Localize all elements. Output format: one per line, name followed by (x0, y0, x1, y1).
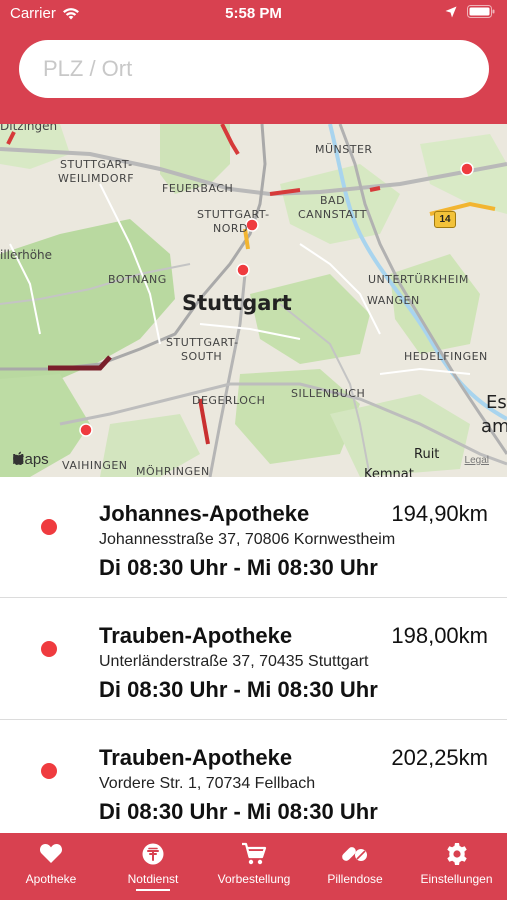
status-right (445, 5, 495, 18)
map-legal-link[interactable]: Legal (465, 455, 489, 466)
map-label-hedelfingen: HEDELFINGEN (404, 350, 488, 363)
list-item[interactable]: Johannes-Apotheke 194,90km Johannesstraß… (0, 477, 507, 598)
pharmacy-address: Vordere Str. 1, 70734 Fellbach (99, 775, 316, 792)
map-label-hillerhoehe: illerhöhe (0, 248, 53, 262)
map-label-botnang: BOTNANG (108, 273, 167, 286)
search-box[interactable] (19, 40, 489, 98)
tab-pillendose[interactable]: Pillendose (304, 833, 406, 900)
map-label-weilimdorf: STUTTGART- (60, 158, 133, 171)
apple-logo-icon (13, 451, 24, 465)
map-view[interactable]: Ditzingen STUTTGART- WEILIMDORF FEUERBAC… (0, 124, 507, 477)
battery-icon (467, 5, 495, 18)
map-label-degerloch: DEGERLOCH (192, 394, 266, 407)
pharmacy-distance: 202,25km (391, 745, 488, 770)
map-label-kemnat: Kemnat (364, 467, 414, 477)
map-label-sued-2: SOUTH (181, 350, 223, 363)
map-label-untertuerkheim: UNTERTÜRKHEIM (368, 273, 469, 286)
list-item[interactable]: Trauben-Apotheke 198,00km Unterländerstr… (0, 599, 507, 720)
emergency-pharmacy-icon (142, 843, 164, 865)
location-arrow-icon (445, 6, 457, 17)
map-label-ruit: Ruit (414, 447, 440, 462)
map-label-nord-2: NORD (213, 222, 248, 235)
pharmacy-hours: Di 08:30 Uhr - Mi 08:30 Uhr (99, 677, 378, 702)
tab-einstellungen[interactable]: Einstellungen (406, 833, 507, 900)
map-label-ditzingen: Ditzingen (0, 124, 58, 133)
pharmacy-marker-icon (41, 519, 57, 535)
pharmacy-distance: 194,90km (391, 501, 488, 526)
list-item[interactable]: Trauben-Apotheke 202,25km Vordere Str. 1… (0, 721, 507, 833)
map-label-sillenbuch: SILLENBUCH (291, 387, 366, 400)
map-label-cannstatt-2: CANNSTATT (298, 208, 367, 221)
map-label-es: Es (486, 392, 507, 413)
pharmacy-hours: Di 08:30 Uhr - Mi 08:30 Uhr (99, 799, 378, 824)
map-label-wangen: WANGEN (367, 294, 420, 307)
map-city-label: Stuttgart (182, 291, 292, 315)
tab-bar: Apotheke Notdienst Vorbestellung Pillend… (0, 833, 507, 900)
pharmacy-list: Johannes-Apotheke 194,90km Johannesstraß… (0, 477, 507, 833)
map-label-vaihingen: VAIHINGEN (62, 459, 128, 472)
pharmacy-marker-icon (41, 763, 57, 779)
status-bar: Carrier 5:58 PM (0, 0, 507, 28)
heart-icon (39, 844, 63, 863)
map-label-sued: STUTTGART- (166, 336, 239, 349)
pharmacy-hours: Di 08:30 Uhr - Mi 08:30 Uhr (99, 555, 378, 580)
tab-label: Apotheke (25, 872, 77, 886)
tab-label: Notdienst (127, 872, 179, 886)
map-label-weilimdorf-2: WEILIMDORF (58, 172, 135, 185)
pharmacy-distance: 198,00km (391, 623, 488, 648)
pharmacy-name: Johannes-Apotheke (99, 501, 310, 526)
pharmacy-address: Unterländerstraße 37, 70435 Stuttgart (99, 653, 369, 670)
tab-notdienst[interactable]: Notdienst (102, 833, 204, 900)
pharmacy-marker-icon (41, 641, 57, 657)
tab-label: Einstellungen (420, 872, 493, 886)
cart-icon (242, 842, 267, 865)
map-label-cannstatt: BAD (320, 194, 346, 207)
map-label-nord: STUTTGART- (197, 208, 270, 221)
pills-icon (342, 847, 367, 861)
pharmacy-address: Johannesstraße 37, 70806 Kornwestheim (99, 531, 396, 548)
pharmacy-name: Trauben-Apotheke (99, 745, 293, 770)
map-label-muenster: MÜNSTER (315, 143, 373, 156)
maps-brand: Maps (12, 451, 49, 468)
tab-apotheke[interactable]: Apotheke (0, 833, 102, 900)
pharmacy-name: Trauben-Apotheke (99, 623, 293, 648)
map-label-feuerbach: FEUERBACH (162, 182, 234, 195)
gear-icon (446, 843, 467, 865)
map-label-moehringen: MÖHRINGEN (136, 465, 210, 477)
search-input[interactable] (43, 40, 463, 98)
header: Carrier 5:58 PM (0, 0, 507, 124)
status-time: 5:58 PM (225, 5, 282, 22)
tab-label: Pillendose (327, 872, 383, 886)
road-shield: 14 (434, 211, 456, 228)
tab-vorbestellung[interactable]: Vorbestellung (204, 833, 304, 900)
tab-label: Vorbestellung (217, 872, 291, 886)
map-label-es-2: am (481, 416, 507, 437)
active-tab-indicator (136, 889, 170, 891)
